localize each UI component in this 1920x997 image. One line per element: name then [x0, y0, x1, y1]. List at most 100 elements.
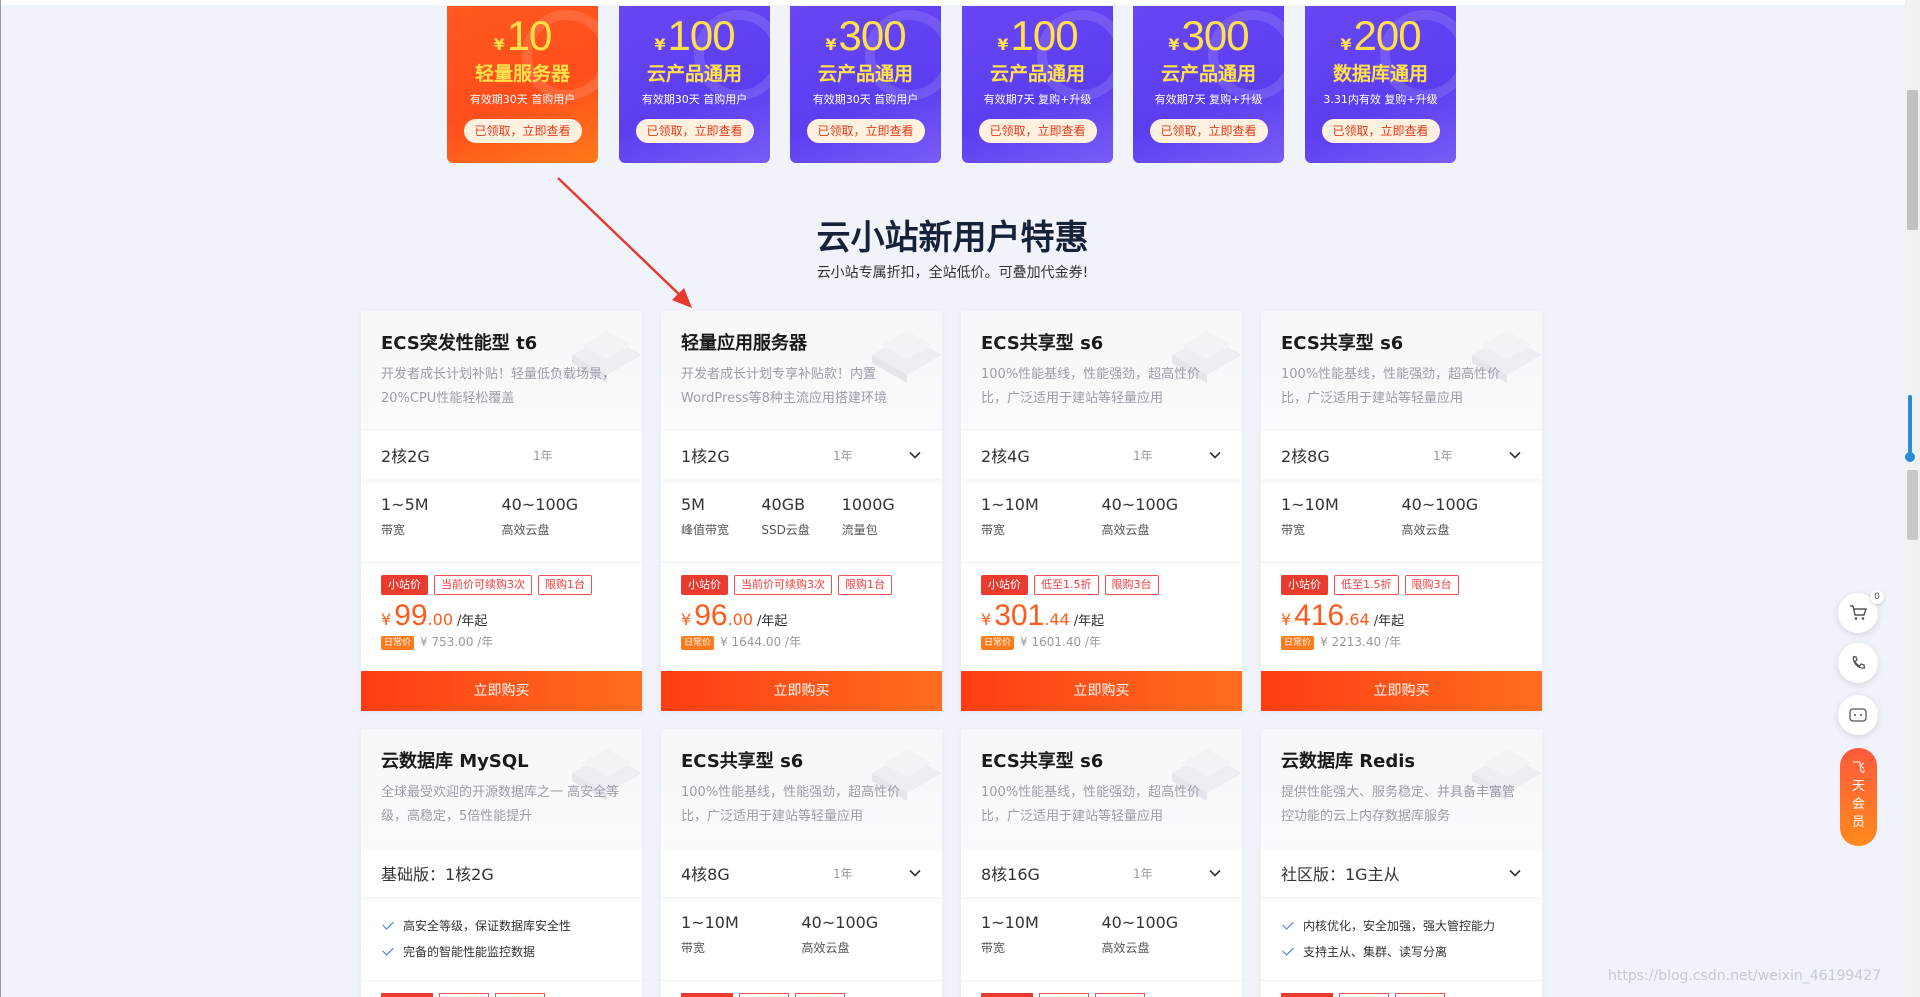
metric: 40~100G 高效云盘	[1102, 911, 1223, 980]
product-description: 提供性能强大、服务稳定、并具备丰富管控功能的云上内存数据库服务	[1281, 785, 1516, 824]
metric: 1~10M 带宽	[981, 911, 1102, 980]
metric: 1~10M 带宽	[1281, 493, 1402, 562]
coupon-view-button[interactable]: 已领取，立即查看	[635, 119, 754, 143]
price-tag: 小站价	[1281, 575, 1328, 595]
metric: 1~5M 带宽	[381, 493, 502, 562]
currency-symbol: ¥	[381, 610, 392, 629]
metric-label: 高效云盘	[1401, 523, 1450, 537]
metric-label: 高效云盘	[1101, 523, 1150, 537]
price-tag-partial	[1039, 993, 1089, 997]
tag-row-partial	[961, 981, 1242, 997]
scrollbar[interactable]	[1905, 0, 1920, 997]
original-price-tag: 日常价	[681, 635, 715, 650]
metric: 40GB SSD云盘	[761, 493, 841, 562]
spec-selector[interactable]: 2核2G 1年	[361, 431, 642, 479]
currency-symbol: ¥	[654, 35, 666, 54]
metric-value: 1~10M	[1281, 495, 1339, 514]
spec-selector[interactable]: 2核8G 1年	[1261, 431, 1542, 479]
coupon-view-button[interactable]: 已领取，立即查看	[978, 119, 1097, 143]
spec-metrics: 1~10M 带宽 40~100G 高效云盘	[661, 897, 942, 981]
tag-row: 小站价 低至1.5折 限购3台	[981, 575, 1222, 595]
chevron-down-icon[interactable]	[1508, 448, 1522, 462]
price-decimal: .00	[427, 610, 454, 629]
price-tag: 低至1.5折	[1034, 575, 1099, 595]
metric: 1000G 流量包	[842, 493, 922, 562]
spec-selector[interactable]: 基础版：1核2G	[361, 849, 642, 897]
chevron-down-icon[interactable]	[908, 866, 922, 880]
currency-symbol: ¥	[493, 35, 505, 54]
product-card[interactable]: ECS共享型 s6 100%性能基线，性能强劲，超高性价比，广泛适用于建站等轻量应…	[661, 729, 942, 997]
coupon-card[interactable]: ¥300 云产品通用 有效期30天 首购用户 已领取，立即查看	[790, 6, 941, 163]
buy-now-button[interactable]: 立即购买	[661, 671, 942, 711]
term-value: 1年	[833, 866, 853, 881]
currency-symbol: ¥	[1168, 35, 1180, 54]
price-tag-partial	[981, 993, 1033, 997]
product-card[interactable]: ECS共享型 s6 100%性能基线，性能强劲，超高性价比，广泛适用于建站等轻量应…	[961, 311, 1242, 711]
metric: 40~100G 高效云盘	[1102, 493, 1223, 562]
spec-metrics: 1~10M 带宽 40~100G 高效云盘	[961, 479, 1242, 563]
product-card[interactable]: 云数据库 Redis 提供性能强大、服务稳定、并具备丰富管控功能的云上内存数据库服…	[1261, 729, 1542, 997]
chevron-down-icon[interactable]	[1208, 866, 1222, 880]
spec-selector[interactable]: 2核4G 1年	[961, 431, 1242, 479]
coupon-card[interactable]: ¥200 数据库通用 3.31内有效 复购+升级 已领取，立即查看	[1305, 6, 1456, 163]
coupon-title: 云产品通用	[989, 63, 1085, 85]
metric-value: 1~10M	[981, 495, 1039, 514]
product-card[interactable]: ECS共享型 s6 100%性能基线，性能强劲，超高性价比，广泛适用于建站等轻量应…	[1261, 311, 1542, 711]
phone-button[interactable]	[1838, 643, 1878, 683]
coupon-card[interactable]: ¥10 轻量服务器 有效期30天 首购用户 已领取，立即查看	[447, 6, 598, 163]
scrollbar-thumb[interactable]	[1907, 90, 1918, 230]
term-value: 1年	[1133, 866, 1153, 881]
check-icon	[382, 944, 394, 956]
coupon-card[interactable]: ¥300 云产品通用 有效期7天 复购+升级 已领取，立即查看	[1133, 6, 1284, 163]
price-tag-partial	[495, 993, 545, 997]
coupon-card[interactable]: ¥100 云产品通用 有效期30天 首购用户 已领取，立即查看	[619, 6, 770, 163]
feedback-button[interactable]	[1838, 695, 1878, 735]
card-header: 云数据库 Redis 提供性能强大、服务稳定、并具备丰富管控功能的云上内存数据库服…	[1261, 729, 1542, 849]
buy-now-button[interactable]: 立即购买	[361, 671, 642, 711]
spec-value: 8核16G	[981, 865, 1040, 884]
metric-value: 5M	[681, 495, 705, 514]
product-card[interactable]: 云数据库 MySQL 全球最受欢迎的开源数据库之一 高安全等级，高稳定，5倍性能提…	[361, 729, 642, 997]
coupon-value: 10	[506, 12, 553, 59]
original-price: 日常价 ¥ 1644.00 /年	[681, 633, 922, 651]
check-icon	[1282, 918, 1294, 930]
metric-value: 40~100G	[1101, 495, 1179, 514]
scrollbar-thumb-secondary[interactable]	[1907, 470, 1918, 540]
coupon-amount: ¥200	[1305, 10, 1456, 62]
spec-selector[interactable]: 4核8G 1年	[661, 849, 942, 897]
product-card[interactable]: 轻量应用服务器 开发者成长计划专享补贴款！内置WordPress等8种主流应用搭建…	[661, 311, 942, 711]
spec-selector[interactable]: 1核2G 1年	[661, 431, 942, 479]
product-description: 开发者成长计划专享补贴款！内置WordPress等8种主流应用搭建环境	[681, 367, 887, 406]
price-integer: 416	[1294, 599, 1345, 632]
coupon-view-button[interactable]: 已领取，立即查看	[1321, 119, 1440, 143]
spec-selector[interactable]: 8核16G 1年	[961, 849, 1242, 897]
chevron-down-icon[interactable]	[908, 448, 922, 462]
coupon-title: 云产品通用	[1160, 63, 1256, 85]
buy-now-button[interactable]: 立即购买	[1261, 671, 1542, 711]
chevron-down-icon[interactable]	[1508, 866, 1522, 880]
coupon-value: 100	[1010, 12, 1079, 59]
metric-value: 40~100G	[1401, 495, 1479, 514]
coupon-card[interactable]: ¥100 云产品通用 有效期7天 复购+升级 已领取，立即查看	[962, 6, 1113, 163]
message-icon	[1849, 708, 1867, 722]
spec-value: 1核2G	[681, 447, 730, 466]
section-subtitle: 云小站专属折扣，全站低价。可叠加代金券!	[816, 265, 1089, 281]
vip-member-button[interactable]: 飞天会员	[1840, 748, 1877, 846]
price-tag: 小站价	[981, 575, 1028, 595]
metric-value: 1~5M	[381, 495, 429, 514]
coupon-view-button[interactable]: 已领取，立即查看	[806, 119, 925, 143]
buy-now-button[interactable]: 立即购买	[961, 671, 1242, 711]
product-card[interactable]: ECS共享型 s6 100%性能基线，性能强劲，超高性价比，广泛适用于建站等轻量应…	[961, 729, 1242, 997]
check-icon	[1282, 944, 1294, 956]
feature-text: 内核优化，安全加强，强大管控能力	[1303, 919, 1496, 933]
metric-label: 高效云盘	[801, 941, 850, 955]
coupon-view-button[interactable]: 已领取，立即查看	[463, 119, 582, 143]
price-tag: 小站价	[681, 575, 728, 595]
coupon-view-button[interactable]: 已领取，立即查看	[1149, 119, 1268, 143]
term-value: 1年	[533, 448, 553, 463]
chevron-down-icon[interactable]	[1208, 448, 1222, 462]
coupon-desc: 有效期30天 首购用户	[812, 93, 919, 106]
current-price: ¥99.00/年起	[381, 599, 622, 633]
product-card[interactable]: ECS突发性能型 t6 开发者成长计划补贴！轻量低负载场景，20%CPU性能轻松覆…	[361, 311, 642, 711]
spec-selector[interactable]: 社区版：1G主从	[1261, 849, 1542, 897]
